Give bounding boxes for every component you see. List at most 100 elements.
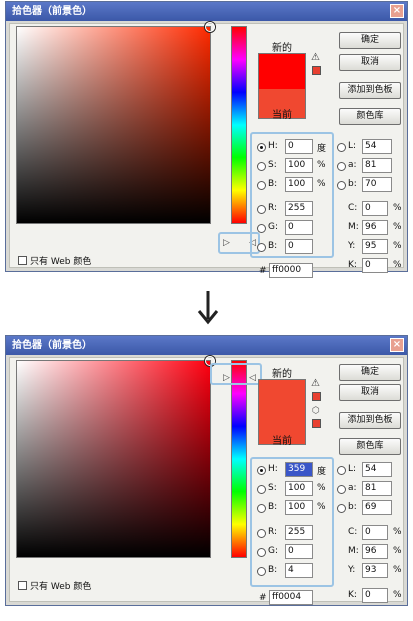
h-input[interactable]: 359 <box>285 462 313 477</box>
c-input[interactable]: 0 <box>362 525 388 540</box>
b-lab-label: b: <box>348 502 357 512</box>
radio-l[interactable] <box>337 143 346 152</box>
hex-input[interactable]: ff0004 <box>269 590 313 605</box>
hex-label: # <box>259 266 267 276</box>
g-label: G: <box>268 546 279 556</box>
l-label: L: <box>348 141 357 151</box>
c-label: C: <box>348 527 358 537</box>
y-label: Y: <box>348 565 356 575</box>
cancel-button[interactable]: 取消 <box>339 384 401 401</box>
web-colors-checkbox[interactable] <box>18 581 27 590</box>
add-to-swatches-button[interactable]: 添加到色板 <box>339 412 401 429</box>
close-button[interactable]: × <box>390 338 404 352</box>
current-color-label: 当前 <box>272 110 292 121</box>
k-input[interactable]: 0 <box>362 258 388 273</box>
y-input[interactable]: 95 <box>362 239 388 254</box>
b-lab-input[interactable]: 69 <box>362 500 392 515</box>
r-input[interactable]: 255 <box>285 201 313 216</box>
h-label: H: <box>268 464 278 474</box>
s-label: S: <box>268 483 277 493</box>
c-label: C: <box>348 203 358 213</box>
b-hsb-label: B: <box>268 179 278 189</box>
web-safe-color-swatch[interactable] <box>312 419 321 428</box>
s-input[interactable]: 100 <box>285 158 313 173</box>
a-input[interactable]: 81 <box>362 158 392 173</box>
radio-h[interactable] <box>257 143 266 152</box>
new-color-swatch <box>258 53 306 89</box>
hex-label: # <box>259 593 267 603</box>
radio-g[interactable] <box>257 224 266 233</box>
radio-r[interactable] <box>257 529 266 538</box>
y-input[interactable]: 93 <box>362 563 388 578</box>
radio-a[interactable] <box>337 162 346 171</box>
h-input[interactable]: 0 <box>285 139 313 154</box>
web-colors-label: 只有 Web 颜色 <box>30 257 92 267</box>
close-button[interactable]: × <box>390 4 404 18</box>
web-safe-cube-icon: ⬡ <box>312 406 320 416</box>
l-input[interactable]: 54 <box>362 462 392 477</box>
g-input[interactable]: 0 <box>285 544 313 559</box>
radio-h[interactable] <box>257 466 266 475</box>
l-input[interactable]: 54 <box>362 139 392 154</box>
b-hsb-input[interactable]: 100 <box>285 177 313 192</box>
g-input[interactable]: 0 <box>285 220 313 235</box>
radio-b-lab[interactable] <box>337 504 346 513</box>
color-libraries-button[interactable]: 颜色库 <box>339 108 401 125</box>
web-colors-checkbox[interactable] <box>18 256 27 265</box>
b-lab-input[interactable]: 70 <box>362 177 392 192</box>
r-input[interactable]: 255 <box>285 525 313 540</box>
radio-b-hsb[interactable] <box>257 504 266 513</box>
hue-slider[interactable] <box>231 26 247 224</box>
hex-input[interactable]: ff0000 <box>269 263 313 278</box>
m-label: M: <box>348 222 359 232</box>
a-input[interactable]: 81 <box>362 481 392 496</box>
radio-b-lab[interactable] <box>337 181 346 190</box>
color-field-marker[interactable] <box>205 22 215 32</box>
radio-s[interactable] <box>257 162 266 171</box>
s-input[interactable]: 100 <box>285 481 313 496</box>
l-label: L: <box>348 464 357 474</box>
y-unit: % <box>393 241 402 251</box>
color-libraries-button[interactable]: 颜色库 <box>339 438 401 455</box>
radio-b-hsb[interactable] <box>257 181 266 190</box>
radio-b-rgb[interactable] <box>257 243 266 252</box>
ok-button[interactable]: 确定 <box>339 32 401 49</box>
radio-s[interactable] <box>257 485 266 494</box>
c-unit: % <box>393 203 402 213</box>
m-unit: % <box>393 222 402 232</box>
radio-b-rgb[interactable] <box>257 567 266 576</box>
color-field[interactable] <box>16 356 215 558</box>
radio-l[interactable] <box>337 466 346 475</box>
gamut-color-swatch[interactable] <box>312 66 321 75</box>
k-input[interactable]: 0 <box>362 588 388 603</box>
color-picker-dialog-before: 拾色器（前景色） × ▷ ◁ 新的 当前 ⚠ 确定 取消 添加到色板 颜色库 H… <box>5 1 408 278</box>
add-to-swatches-button[interactable]: 添加到色板 <box>339 82 401 99</box>
color-picker-dialog-after: 拾色器（前景色） × ▷ ◁ 新的 当前 ⚠ ⬡ 确定 取消 添加到色板 颜色库… <box>5 335 408 606</box>
radio-g[interactable] <box>257 548 266 557</box>
b-hsb-input[interactable]: 100 <box>285 500 313 515</box>
slider-highlight <box>210 363 262 385</box>
b-rgb-input[interactable]: 4 <box>285 563 313 578</box>
h-unit: 度 <box>317 144 327 154</box>
m-input[interactable]: 96 <box>362 220 388 235</box>
a-label: a: <box>348 160 357 170</box>
gamut-color-swatch[interactable] <box>312 392 321 401</box>
k-label: K: <box>348 590 357 600</box>
b-lab-label: b: <box>348 179 357 189</box>
cancel-button[interactable]: 取消 <box>339 54 401 71</box>
down-arrow-icon <box>197 291 219 325</box>
radio-a[interactable] <box>337 485 346 494</box>
ok-button[interactable]: 确定 <box>339 364 401 381</box>
hue-slider[interactable] <box>231 360 247 558</box>
radio-r[interactable] <box>257 205 266 214</box>
color-field[interactable] <box>16 22 215 224</box>
new-color-label: 新的 <box>272 369 292 380</box>
current-color-label: 当前 <box>272 436 292 447</box>
b-rgb-input[interactable]: 0 <box>285 239 313 254</box>
web-colors-label: 只有 Web 颜色 <box>30 582 92 592</box>
dialog-title: 拾色器（前景色） <box>6 336 407 355</box>
c-input[interactable]: 0 <box>362 201 388 216</box>
m-input[interactable]: 96 <box>362 544 388 559</box>
b-hsb-unit: % <box>317 502 326 512</box>
c-unit: % <box>393 527 402 537</box>
